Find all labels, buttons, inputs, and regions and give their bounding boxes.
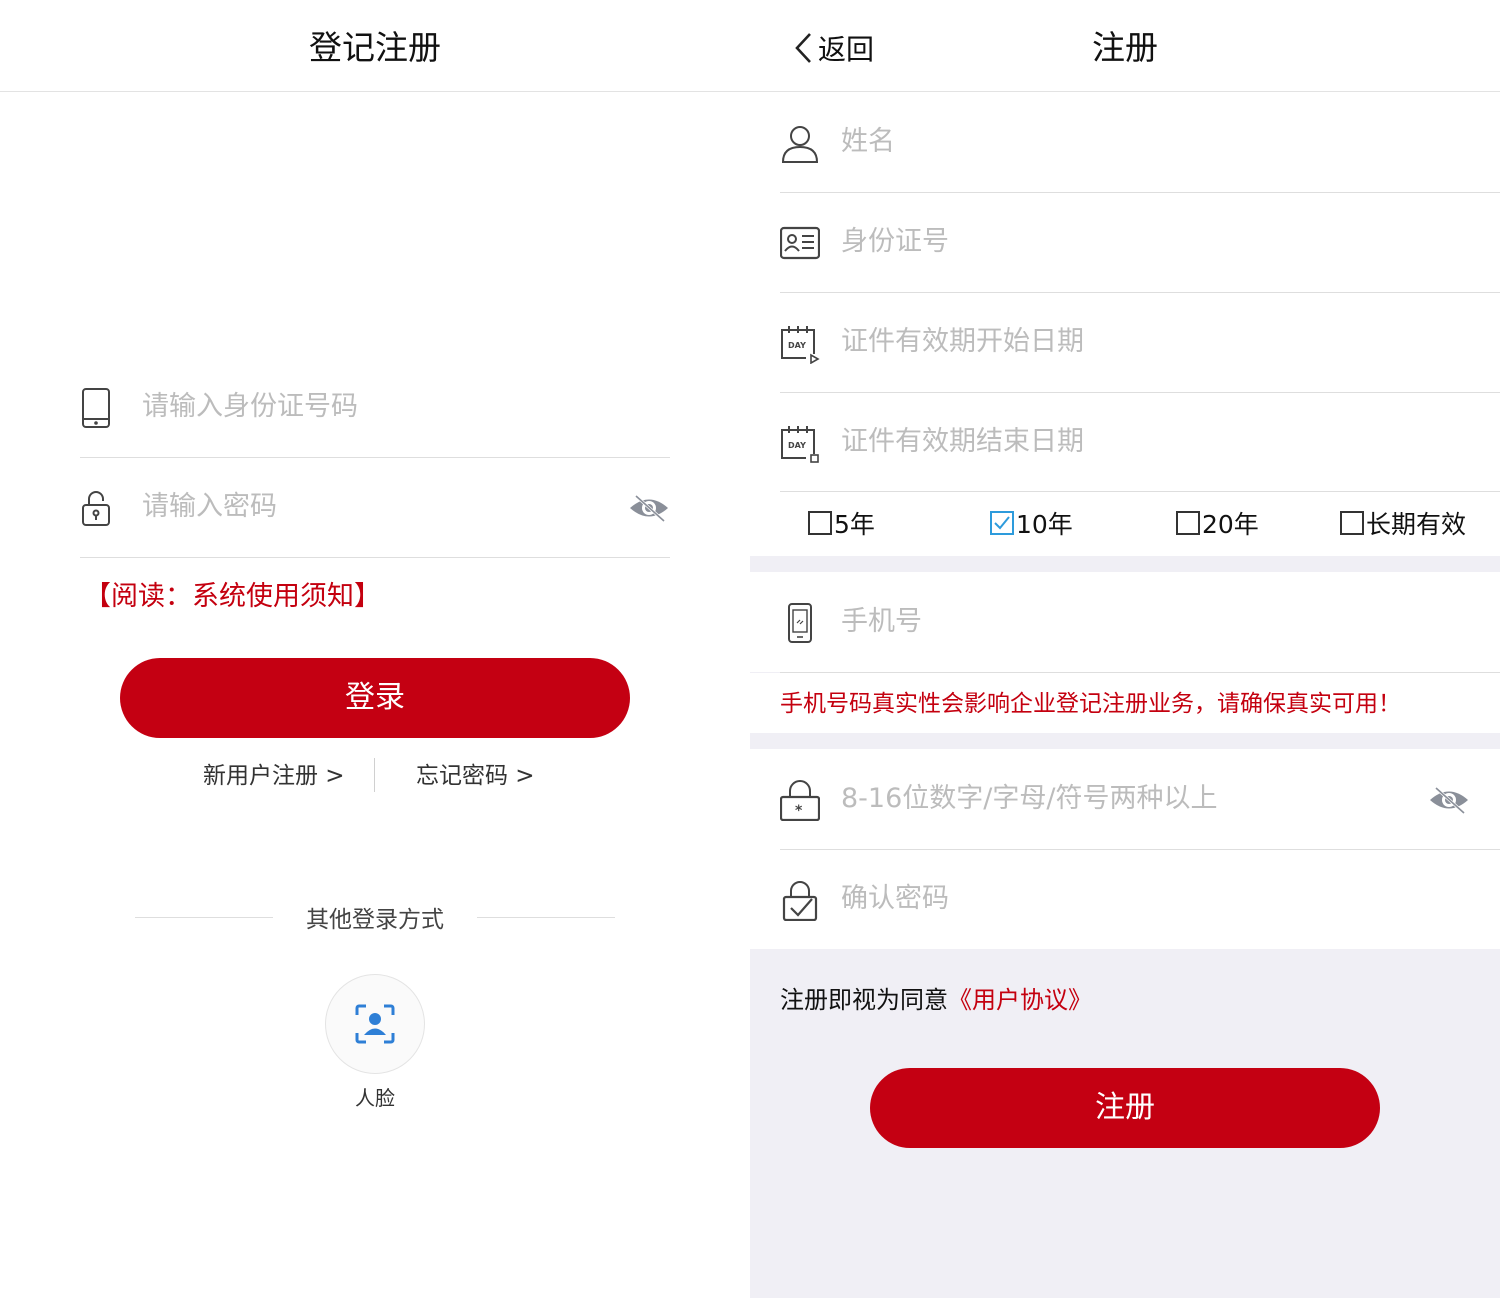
period-option-long-term[interactable]: 长期有效	[1340, 506, 1466, 540]
agreement-prefix: 注册即视为同意	[780, 986, 948, 1014]
confirm-password-field[interactable]: 确认密码	[780, 849, 1500, 949]
password-field[interactable]: 请输入密码	[80, 457, 670, 558]
page-title: 注册	[1092, 28, 1158, 67]
password-section: * 8-16位数字/字母/符号两种以上 确认密码	[750, 749, 1500, 949]
period-option-10y[interactable]: 10年	[990, 506, 1073, 540]
password-placeholder: 8-16位数字/字母/符号两种以上	[841, 783, 1218, 814]
start-date-placeholder: 证件有效期开始日期	[841, 326, 1084, 357]
divider-right	[477, 917, 615, 918]
mobile-icon	[788, 603, 812, 643]
period-option-5y[interactable]: 5年	[808, 506, 875, 540]
eye-hidden-icon[interactable]	[628, 493, 670, 523]
forgot-password-link[interactable]: 忘记密码 >	[416, 748, 535, 804]
confirm-password-placeholder: 确认密码	[841, 883, 949, 914]
period-label-5y: 5年	[834, 510, 875, 539]
face-scan-icon	[355, 1004, 395, 1044]
start-date-field[interactable]: DAY 证件有效期开始日期	[780, 292, 1500, 393]
lock-star-icon: *	[780, 780, 820, 821]
password-field[interactable]: * 8-16位数字/字母/符号两种以上	[780, 749, 1500, 850]
end-date-field[interactable]: DAY 证件有效期结束日期	[780, 392, 1500, 492]
phone-tip-text: 手机号码真实性会影响企业登记注册业务，请确保真实可用！	[780, 691, 1401, 717]
checkbox-20y[interactable]	[1176, 511, 1200, 535]
svg-text:DAY: DAY	[788, 341, 806, 350]
face-login-label: 人脸	[355, 1086, 395, 1110]
calendar-end-icon: DAY	[781, 426, 819, 463]
usage-notice-link[interactable]: 【阅读：系统使用须知】	[84, 574, 381, 613]
other-login-label: 其他登录方式	[306, 907, 444, 933]
end-date-placeholder: 证件有效期结束日期	[841, 426, 1084, 457]
period-option-20y[interactable]: 20年	[1176, 506, 1259, 540]
user-icon	[781, 126, 819, 163]
register-link[interactable]: 新用户注册 >	[203, 748, 345, 804]
register-screen: 返回 注册 姓名 身份证号 DAY 证件有效期开始日期 DAY 证件有效期结束日…	[750, 0, 1500, 1298]
phone-placeholder: 手机号	[841, 606, 922, 637]
validity-period-options: 5年 10年 20年 长期有效	[750, 492, 1500, 556]
name-field[interactable]: 姓名	[780, 92, 1500, 193]
identity-section: 姓名 身份证号 DAY 证件有效期开始日期 DAY 证件有效期结束日期	[750, 92, 1500, 492]
login-screen: 登记注册 请输入身份证号码 请输入密码 【阅读：系统使用须知】 登录 新用户注册…	[0, 0, 750, 1298]
phone-tip-row: 手机号码真实性会影响企业登记注册业务，请确保真实可用！	[750, 673, 1500, 733]
lock-check-icon	[782, 881, 818, 921]
name-placeholder: 姓名	[841, 126, 895, 157]
phone-icon	[82, 388, 110, 428]
checkbox-5y[interactable]	[808, 511, 832, 535]
link-separator	[374, 758, 375, 792]
svg-text:*: *	[795, 803, 803, 819]
eye-hidden-icon[interactable]	[1428, 785, 1470, 815]
id-number-placeholder: 请输入身份证号码	[142, 391, 358, 422]
nav-bar: 返回 注册	[750, 0, 1500, 92]
checkmark-icon	[994, 516, 1010, 530]
calendar-start-icon: DAY	[781, 326, 820, 364]
phone-field[interactable]: 手机号	[780, 572, 1500, 672]
page-title: 登记注册	[309, 28, 441, 67]
lock-icon	[82, 491, 110, 526]
phone-section: 手机号	[750, 572, 1500, 672]
id-card-icon	[780, 226, 820, 260]
period-label-20y: 20年	[1202, 510, 1259, 539]
period-label-long-term: 长期有效	[1366, 510, 1467, 539]
period-label-10y: 10年	[1016, 510, 1073, 539]
id-number-field[interactable]: 身份证号	[780, 192, 1500, 293]
auth-links: 新用户注册 > 忘记密码 >	[0, 748, 750, 804]
user-agreement-link[interactable]: 《用户协议》	[948, 986, 1092, 1014]
id-number-field[interactable]: 请输入身份证号码	[80, 357, 670, 458]
checkbox-long-term[interactable]	[1340, 511, 1364, 535]
register-button[interactable]: 注册	[870, 1068, 1380, 1148]
nav-bar: 登记注册	[0, 0, 750, 92]
agreement-text: 注册即视为同意《用户协议》	[780, 980, 1092, 1015]
face-login-button[interactable]	[325, 974, 425, 1074]
id-number-placeholder: 身份证号	[841, 226, 949, 257]
svg-text:DAY: DAY	[788, 441, 806, 450]
password-placeholder: 请输入密码	[142, 491, 277, 522]
checkbox-10y[interactable]	[990, 511, 1014, 535]
login-button[interactable]: 登录	[120, 658, 630, 738]
